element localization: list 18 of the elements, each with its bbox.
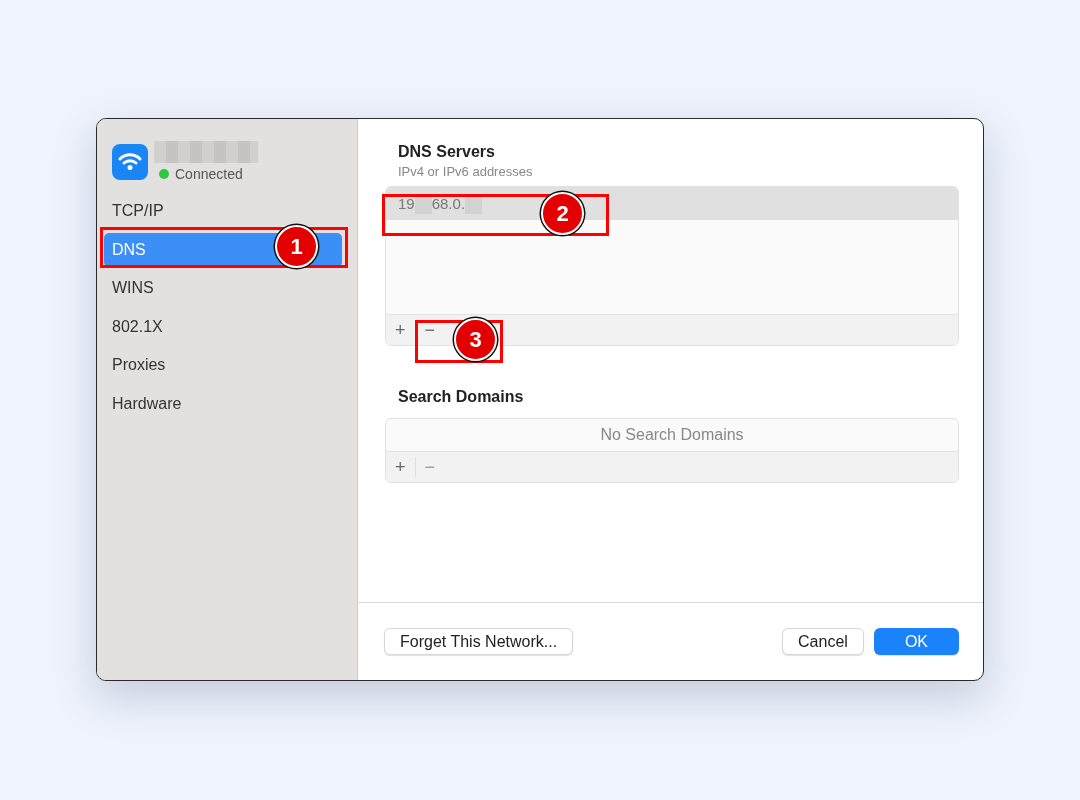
section-title: DNS Servers	[398, 143, 496, 161]
add-button[interactable]: +	[386, 456, 415, 479]
status-dot	[159, 169, 169, 179]
sidebar-item[interactable]: Proxies	[104, 348, 342, 382]
sidebar-item[interactable]: TCP/IP	[104, 194, 342, 228]
dialog-button[interactable]: Cancel	[782, 628, 864, 655]
ok-button[interactable]: OK	[873, 628, 959, 655]
section-title: Search Domains	[398, 388, 525, 406]
sidebar-item[interactable]: WINS	[104, 271, 342, 305]
remove-button[interactable]: −	[415, 319, 445, 341]
sidebar-item[interactable]: 802.1X	[104, 309, 342, 344]
section-subtitle: IPv4 or IPv6 addresses	[398, 164, 534, 179]
status-text: Connected	[175, 166, 243, 182]
sidebar-item[interactable]: Hardware	[104, 386, 342, 421]
wifi-icon	[112, 144, 148, 180]
step-badge: 3	[454, 318, 497, 361]
add-button[interactable]: +	[386, 319, 415, 341]
dialog-button[interactable]: Forget This Network...	[384, 628, 574, 655]
